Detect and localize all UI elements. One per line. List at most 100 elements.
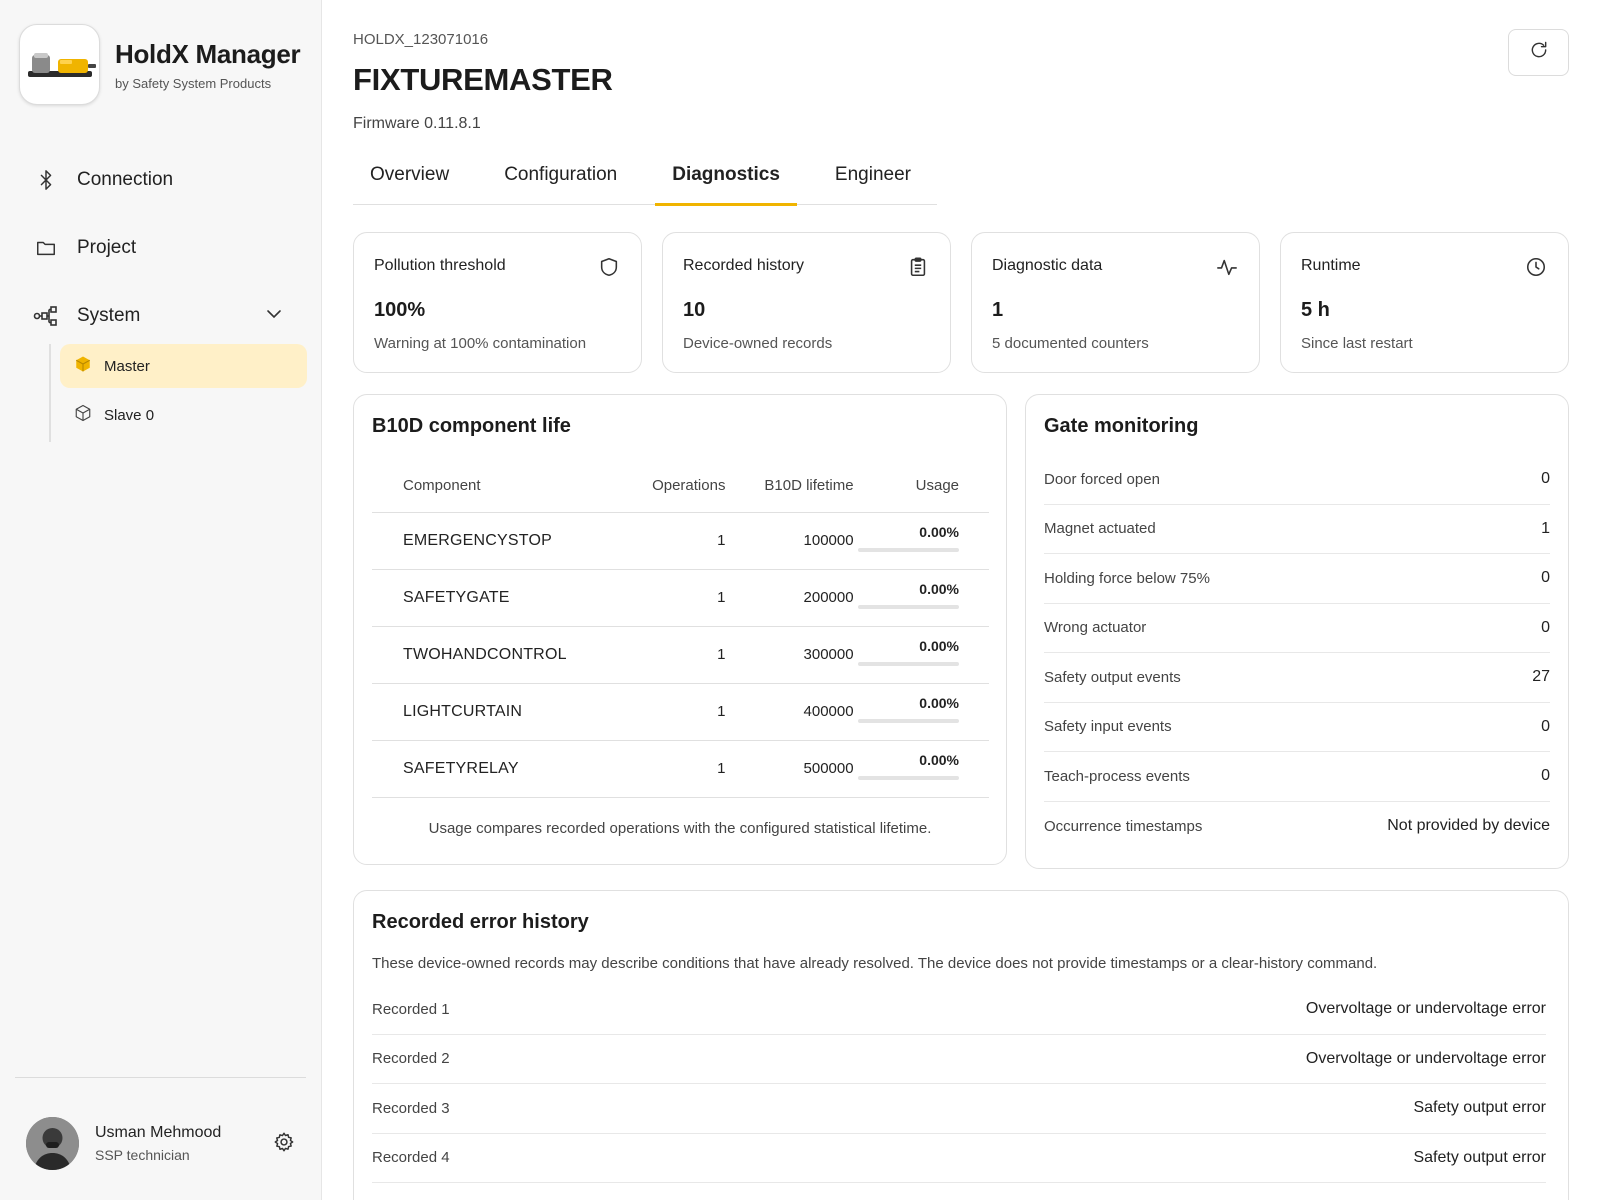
nav-item-system[interactable]: System xyxy=(0,282,322,350)
usage-value: 0.00% xyxy=(919,523,959,540)
usage-value: 0.00% xyxy=(919,694,959,711)
refresh-button[interactable] xyxy=(1508,29,1569,76)
table-row: EMERGENCYSTOP 1 100000 0.00% xyxy=(372,512,989,570)
list-item: Occurrence timestamps Not provided by dev… xyxy=(1044,802,1550,852)
cell-lifetime: 400000 xyxy=(725,683,854,741)
table-row: LIGHTCURTAIN 1 400000 0.00% xyxy=(372,683,989,741)
chevron-down-icon[interactable] xyxy=(264,304,284,329)
stat-card-runtime: Runtime 5 h Since last restart xyxy=(1280,232,1569,373)
error-label: Recorded 4 xyxy=(372,1149,450,1167)
nav-label: System xyxy=(77,305,141,326)
device-id: HOLDX_123071016 xyxy=(353,31,489,48)
sidebar-divider xyxy=(15,1077,306,1078)
brand: HoldX Manager by Safety System Products xyxy=(19,24,301,105)
stat-title: Recorded history xyxy=(683,257,804,274)
gate-label: Magnet actuated xyxy=(1044,520,1156,538)
stat-subtitle: 5 documented counters xyxy=(992,335,1149,352)
avatar xyxy=(26,1117,79,1170)
sidebar: HoldX Manager by Safety System Products … xyxy=(0,0,322,1200)
cell-operations: 1 xyxy=(630,683,726,741)
panel-title: B10D component life xyxy=(372,415,571,437)
cell-operations: 1 xyxy=(630,512,726,570)
system-item-label: Slave 0 xyxy=(104,406,155,424)
cube-icon xyxy=(74,404,92,427)
stat-value: 1 xyxy=(992,299,1004,321)
cell-lifetime: 300000 xyxy=(725,626,854,684)
gate-value: 0 xyxy=(1541,470,1550,488)
cell-lifetime: 200000 xyxy=(725,569,854,627)
app-name: HoldX Manager xyxy=(115,38,301,69)
system-item-slave-0[interactable]: Slave 0 xyxy=(60,393,307,437)
list-item: Recorded 1 Overvoltage or undervoltage er… xyxy=(372,985,1546,1035)
cell-component: TWOHANDCONTROL xyxy=(372,626,631,684)
column-header-usage: Usage xyxy=(853,459,989,513)
gate-label: Door forced open xyxy=(1044,470,1160,488)
cube-icon xyxy=(74,355,92,378)
clipboard-icon xyxy=(906,255,930,279)
settings-button[interactable] xyxy=(270,1130,298,1158)
nav-label: Project xyxy=(77,237,137,258)
stat-value: 10 xyxy=(683,299,706,321)
b10d-table: Component Operations B10D lifetime Usage… xyxy=(372,459,989,798)
list-item: Recorded 4 Safety output error xyxy=(372,1134,1546,1183)
gate-label: Wrong actuator xyxy=(1044,619,1147,637)
error-value: Overvoltage or undervoltage error xyxy=(1305,1049,1546,1067)
usage-value: 0.00% xyxy=(919,580,959,597)
tab-configuration[interactable]: Configuration xyxy=(487,152,634,205)
cell-usage: 0.00% xyxy=(853,512,989,570)
usage-bar xyxy=(858,661,959,666)
gate-list: Door forced open 0 Magnet actuated 1 Holdi… xyxy=(1044,455,1550,851)
gear-icon xyxy=(273,1131,295,1158)
gate-label: Teach-process events xyxy=(1044,767,1190,785)
product-thumbnail-icon xyxy=(27,52,96,77)
firmware-version: Firmware 0.11.8.1 xyxy=(353,115,481,132)
stat-subtitle: Warning at 100% contamination xyxy=(374,335,587,352)
gate-label: Holding force below 75% xyxy=(1044,569,1210,587)
stat-card-diagnostic: Diagnostic data 1 5 documented counters xyxy=(971,232,1260,373)
tab-diagnostics[interactable]: Diagnostics xyxy=(655,152,797,206)
list-item: Recorded 3 Safety output error xyxy=(372,1084,1546,1134)
cell-lifetime: 100000 xyxy=(725,512,854,570)
gate-label: Safety input events xyxy=(1044,718,1172,736)
column-header-component: Component xyxy=(372,459,631,513)
list-item: Teach-process events 0 xyxy=(1044,752,1550,802)
table-row: SAFETYGATE 1 200000 0.00% xyxy=(372,569,989,627)
usage-bar xyxy=(858,718,959,723)
cell-component: SAFETYRELAY xyxy=(372,740,631,798)
page-title: FIXTUREMASTER xyxy=(353,62,613,97)
column-header-operations: Operations xyxy=(630,459,726,513)
tab-engineer[interactable]: Engineer xyxy=(818,152,928,205)
user-name: Usman Mehmood xyxy=(95,1124,222,1141)
table-row: TWOHANDCONTROL 1 300000 0.00% xyxy=(372,626,989,684)
stat-card-pollution: Pollution threshold 100% Warning at 100%… xyxy=(353,232,642,373)
refresh-icon xyxy=(1529,40,1549,65)
gate-value: 0 xyxy=(1541,618,1550,636)
user-role: SSP technician xyxy=(95,1147,190,1163)
cell-component: LIGHTCURTAIN xyxy=(372,683,631,741)
error-value: Overvoltage or undervoltage error xyxy=(1305,1000,1546,1018)
error-value: Safety output error xyxy=(1413,1099,1546,1117)
nav-label: Connection xyxy=(77,169,174,190)
nav-item-connection[interactable]: Connection xyxy=(0,146,322,214)
app-logo xyxy=(19,24,100,105)
column-header-lifetime: B10D lifetime xyxy=(725,459,854,513)
usage-value: 0.00% xyxy=(919,751,959,768)
error-label: Recorded 3 xyxy=(372,1099,450,1117)
list-item: Holding force below 75% 0 xyxy=(1044,554,1550,604)
user-profile: Usman Mehmood SSP technician xyxy=(26,1117,306,1170)
system-tree-icon xyxy=(33,303,59,329)
panel-title: Gate monitoring xyxy=(1044,415,1199,437)
nav-item-project[interactable]: Project xyxy=(0,214,322,282)
tab-overview[interactable]: Overview xyxy=(353,152,466,205)
error-list: Recorded 1 Overvoltage or undervoltage er… xyxy=(372,985,1546,1183)
activity-icon xyxy=(1215,255,1239,279)
system-item-master[interactable]: Master xyxy=(60,344,307,388)
stat-subtitle: Since last restart xyxy=(1301,335,1413,352)
cell-usage: 0.00% xyxy=(853,626,989,684)
gate-value: 0 xyxy=(1541,569,1550,587)
shield-icon xyxy=(597,255,621,279)
gate-label: Occurrence timestamps xyxy=(1044,817,1203,835)
cell-usage: 0.00% xyxy=(853,683,989,741)
cell-component: SAFETYGATE xyxy=(372,569,631,627)
gate-value: 1 xyxy=(1541,519,1550,537)
